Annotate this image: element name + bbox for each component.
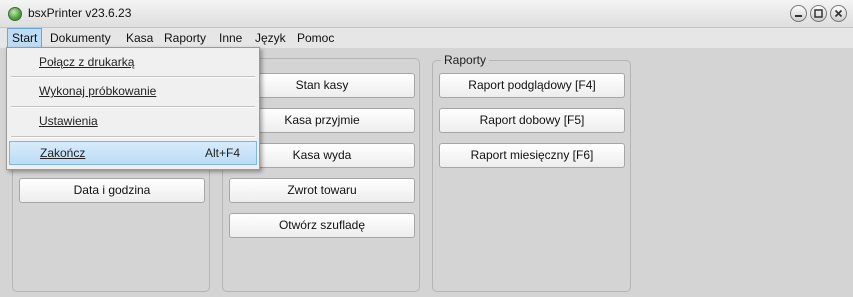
maximize-button[interactable] bbox=[810, 5, 827, 22]
return-goods-button[interactable]: Zwrot towaru bbox=[229, 178, 415, 203]
report-preview-button[interactable]: Raport podglądowy [F4] bbox=[439, 73, 625, 98]
menu-kasa[interactable]: Kasa bbox=[122, 28, 157, 48]
close-icon bbox=[834, 9, 843, 18]
menu-inne[interactable]: Inne bbox=[215, 28, 246, 48]
window-title: bsxPrinter v23.6.23 bbox=[28, 6, 132, 20]
menu-pomoc[interactable]: Pomoc bbox=[293, 28, 338, 48]
menu-item-label: Zakończ bbox=[40, 146, 86, 160]
close-button[interactable] bbox=[830, 5, 847, 22]
menu-dokumenty[interactable]: Dokumenty bbox=[46, 28, 115, 48]
start-dropdown-menu: Połącz z drukarką Wykonaj próbkowanie Us… bbox=[6, 47, 260, 170]
title-bar: bsxPrinter v23.6.23 bbox=[0, 0, 853, 28]
menu-item-connect-printer[interactable]: Połącz z drukarką bbox=[9, 50, 257, 74]
report-daily-button[interactable]: Raport dobowy [F5] bbox=[439, 108, 625, 133]
menu-item-label: Wykonaj próbkowanie bbox=[39, 84, 157, 98]
menu-separator bbox=[11, 106, 255, 108]
menu-item-label: Ustawienia bbox=[39, 114, 98, 128]
menu-item-exit[interactable]: Zakończ Alt+F4 bbox=[9, 141, 257, 165]
menu-item-sampling[interactable]: Wykonaj próbkowanie bbox=[9, 79, 257, 103]
minimize-button[interactable] bbox=[790, 5, 807, 22]
menu-jezyk[interactable]: Język bbox=[251, 28, 290, 48]
maximize-icon bbox=[814, 9, 823, 18]
menu-separator bbox=[11, 136, 255, 138]
date-time-button[interactable]: Data i godzina bbox=[19, 178, 205, 203]
menu-start[interactable]: Start bbox=[7, 28, 43, 48]
menu-item-shortcut: Alt+F4 bbox=[204, 146, 240, 160]
minimize-icon bbox=[795, 15, 802, 17]
report-monthly-button[interactable]: Raport miesięczny [F6] bbox=[439, 143, 625, 168]
menu-bar: Start Dokumenty Kasa Raporty Inne Język … bbox=[0, 28, 853, 48]
menu-item-label: Połącz z drukarką bbox=[39, 55, 135, 69]
menu-item-settings[interactable]: Ustawienia bbox=[9, 109, 257, 133]
reports-group-title: Raporty bbox=[441, 53, 490, 67]
app-icon bbox=[8, 7, 22, 21]
open-drawer-button[interactable]: Otwórz szufladę bbox=[229, 213, 415, 238]
menu-separator bbox=[11, 76, 255, 78]
reports-group: Raporty Raport podglądowy [F4] Raport do… bbox=[432, 53, 631, 292]
menu-raporty[interactable]: Raporty bbox=[160, 28, 210, 48]
